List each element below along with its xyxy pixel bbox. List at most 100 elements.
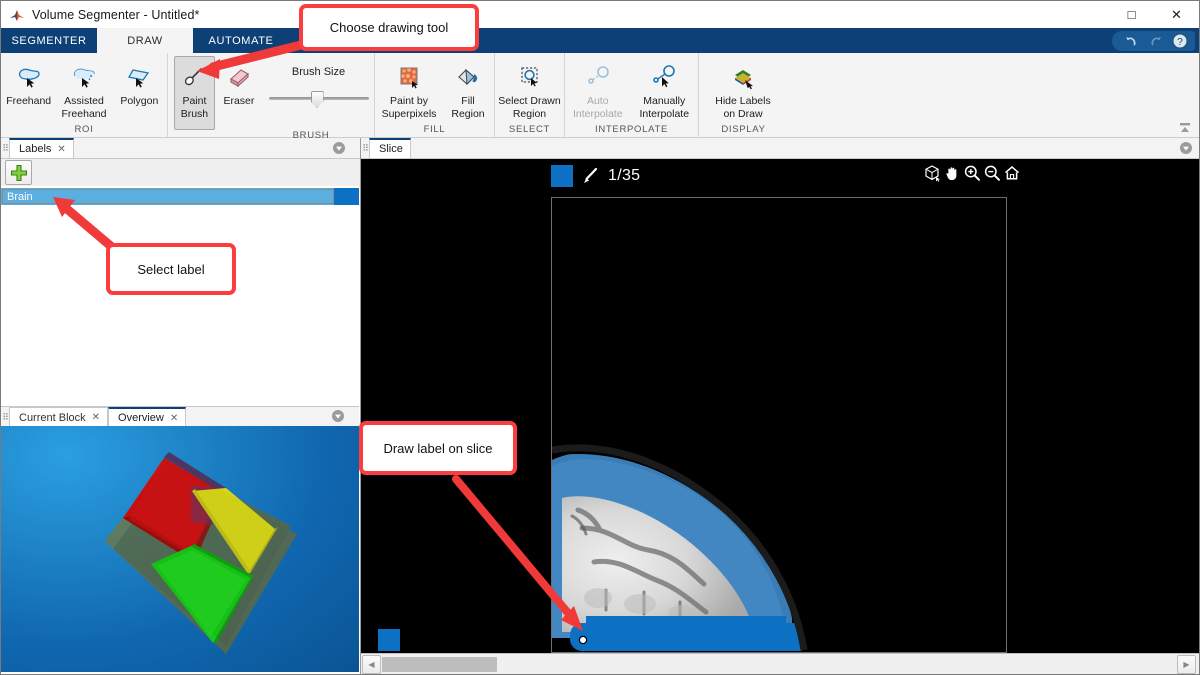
polygon-label: Polygon bbox=[120, 95, 159, 107]
zoom-out-icon[interactable] bbox=[983, 164, 1001, 187]
paint-by-superpixels-button[interactable]: Paint by Superpixels bbox=[375, 56, 443, 121]
help-icon[interactable]: ? bbox=[1172, 33, 1188, 49]
collapse-ribbon-icon[interactable] bbox=[1177, 121, 1193, 135]
close-button[interactable]: ✕ bbox=[1154, 1, 1199, 28]
tab-automate[interactable]: AUTOMATE bbox=[193, 28, 289, 53]
tab-draw[interactable]: DRAW bbox=[97, 28, 193, 53]
slice-horizontal-scrollbar[interactable]: ◀ ▶ bbox=[361, 653, 1199, 674]
slice-image[interactable] bbox=[551, 197, 1007, 653]
annotation-draw-label-on-slice: Draw label on slice bbox=[359, 421, 517, 475]
brush-size-slider[interactable] bbox=[268, 91, 369, 108]
zoom-in-icon[interactable] bbox=[963, 164, 981, 187]
select-drawn-region-button[interactable]: Select Drawn Region bbox=[495, 56, 564, 121]
list-item[interactable]: Brain bbox=[1, 188, 359, 205]
annotation-select-label: Select label bbox=[106, 243, 236, 295]
paint-brush-label: Paint Brush bbox=[180, 95, 209, 120]
manually-interpolate-button[interactable]: Manually Interpolate bbox=[631, 56, 699, 121]
label-name[interactable]: Brain bbox=[2, 189, 334, 204]
eraser-label: Eraser bbox=[223, 95, 255, 107]
auto-interpolate-icon bbox=[583, 62, 613, 92]
paint-brush-button[interactable]: Paint Brush bbox=[174, 56, 215, 130]
superpixels-icon bbox=[394, 62, 424, 92]
freehand-icon bbox=[14, 62, 44, 92]
overview-3d-viewport[interactable] bbox=[1, 426, 359, 672]
eraser-button[interactable]: Eraser bbox=[215, 56, 263, 109]
title-bar: Volume Segmenter - Untitled* □ ✕ bbox=[1, 1, 1199, 28]
slice-counter: 1/35 bbox=[608, 167, 641, 184]
add-label-button[interactable] bbox=[5, 160, 32, 185]
undo-icon[interactable] bbox=[1124, 34, 1139, 48]
tab-segmenter[interactable]: SEGMENTER bbox=[1, 28, 97, 53]
maximize-button[interactable]: □ bbox=[1109, 1, 1154, 28]
tab-current-block[interactable]: Current Block ✕ bbox=[9, 407, 109, 427]
annotation-choose-drawing-tool: Choose drawing tool bbox=[299, 4, 479, 51]
slice-panel-column: ⠿ Slice 1/35 ◀ ▶ bbox=[361, 138, 1199, 674]
left-panel-column: ⠿ Labels ✕ Brain ⠿ Current Block ✕ Overv… bbox=[1, 138, 361, 674]
panel-drag-grip[interactable]: ⠿ bbox=[1, 138, 9, 158]
annotation-select-label-text: Select label bbox=[137, 261, 205, 277]
home-icon[interactable] bbox=[1003, 164, 1021, 187]
tab-labels-label: Labels bbox=[19, 143, 52, 155]
fill-region-icon bbox=[453, 62, 483, 92]
active-label-chip bbox=[551, 165, 573, 187]
tab-overview[interactable]: Overview ✕ bbox=[108, 407, 187, 427]
tab-current-block-close-icon[interactable]: ✕ bbox=[92, 412, 100, 423]
overview-panel-drag-grip[interactable]: ⠿ bbox=[1, 407, 9, 427]
rotate-3d-icon[interactable] bbox=[923, 164, 941, 187]
slice-viewport[interactable]: 1/35 bbox=[361, 159, 1199, 653]
polygon-icon bbox=[124, 62, 154, 92]
ribbon-group-select-title: SELECT bbox=[508, 124, 551, 135]
slice-corner-label-chip bbox=[378, 629, 400, 651]
fill-region-label: Fill Region bbox=[451, 95, 485, 120]
tab-overview-label: Overview bbox=[118, 412, 164, 424]
fill-region-button[interactable]: Fill Region bbox=[443, 56, 493, 121]
freehand-button[interactable]: Freehand bbox=[1, 56, 56, 109]
slice-header: 1/35 bbox=[551, 165, 640, 187]
window-controls: □ ✕ bbox=[1109, 1, 1199, 28]
paint-brush-icon bbox=[180, 62, 208, 92]
slice-panel-options-icon[interactable] bbox=[1179, 141, 1193, 155]
scroll-left-arrow-icon[interactable]: ◀ bbox=[362, 654, 381, 674]
ribbon-group-interpolate: Auto Interpolate Manually Interpolate IN… bbox=[564, 53, 698, 138]
labels-list: Brain bbox=[1, 186, 359, 407]
ribbon-group-interpolate-title: INTERPOLATE bbox=[595, 124, 668, 135]
tab-slice[interactable]: Slice bbox=[369, 138, 411, 158]
scroll-thumb[interactable] bbox=[382, 656, 497, 672]
ribbon-group-display-title: DISPLAY bbox=[721, 124, 766, 135]
labels-panel-tabbar: ⠿ Labels ✕ bbox=[1, 138, 360, 159]
assisted-freehand-button[interactable]: Assisted Freehand bbox=[56, 56, 111, 121]
polygon-button[interactable]: Polygon bbox=[112, 56, 167, 109]
hide-labels-on-draw-label: Hide Labels on Draw bbox=[715, 95, 771, 120]
auto-interpolate-button: Auto Interpolate bbox=[565, 56, 631, 121]
ribbon-group-roi-title: ROI bbox=[74, 124, 94, 135]
redo-icon[interactable] bbox=[1148, 34, 1163, 48]
label-color-swatch[interactable] bbox=[334, 188, 359, 205]
ribbon-group-fill: Paint by Superpixels Fill Region FILL bbox=[374, 53, 494, 138]
freehand-label: Freehand bbox=[6, 95, 52, 107]
ribbon-group-brush: Paint Brush Eraser Brush Size BRUSH bbox=[167, 53, 374, 141]
slice-panel-drag-grip[interactable]: ⠿ bbox=[361, 138, 369, 158]
labels-panel-options-icon[interactable] bbox=[332, 141, 346, 155]
brush-size-control: Brush Size bbox=[263, 56, 374, 108]
matlab-logo-icon bbox=[9, 7, 25, 23]
overview-panel-options-icon[interactable] bbox=[331, 409, 345, 423]
tab-labels-close-icon[interactable]: ✕ bbox=[57, 144, 65, 155]
brush-size-label: Brush Size bbox=[291, 66, 346, 78]
select-drawn-region-label: Select Drawn Region bbox=[498, 95, 561, 120]
ribbon-group-select: Select Drawn Region SELECT bbox=[494, 53, 564, 138]
brush-size-thumb[interactable] bbox=[310, 91, 324, 108]
scroll-right-arrow-icon[interactable]: ▶ bbox=[1177, 654, 1196, 674]
ribbon-group-roi: Freehand Assisted Freehand Polygon ROI bbox=[1, 53, 167, 138]
ribbon-group-fill-title: FILL bbox=[423, 124, 446, 135]
volume-segmenter-window: Volume Segmenter - Untitled* □ ✕ SEGMENT… bbox=[0, 0, 1200, 675]
auto-interpolate-label: Auto Interpolate bbox=[572, 95, 623, 120]
hide-labels-on-draw-button[interactable]: Hide Labels on Draw bbox=[699, 56, 787, 121]
tab-current-block-label: Current Block bbox=[19, 411, 86, 424]
svg-text:?: ? bbox=[1177, 37, 1183, 48]
assisted-freehand-icon bbox=[69, 62, 99, 92]
labels-toolbar bbox=[1, 159, 360, 187]
pan-icon[interactable] bbox=[943, 164, 961, 187]
tab-labels[interactable]: Labels ✕ bbox=[9, 138, 74, 158]
slice-panel-tabbar: ⠿ Slice bbox=[361, 138, 1199, 159]
tab-overview-close-icon[interactable]: ✕ bbox=[170, 413, 178, 424]
